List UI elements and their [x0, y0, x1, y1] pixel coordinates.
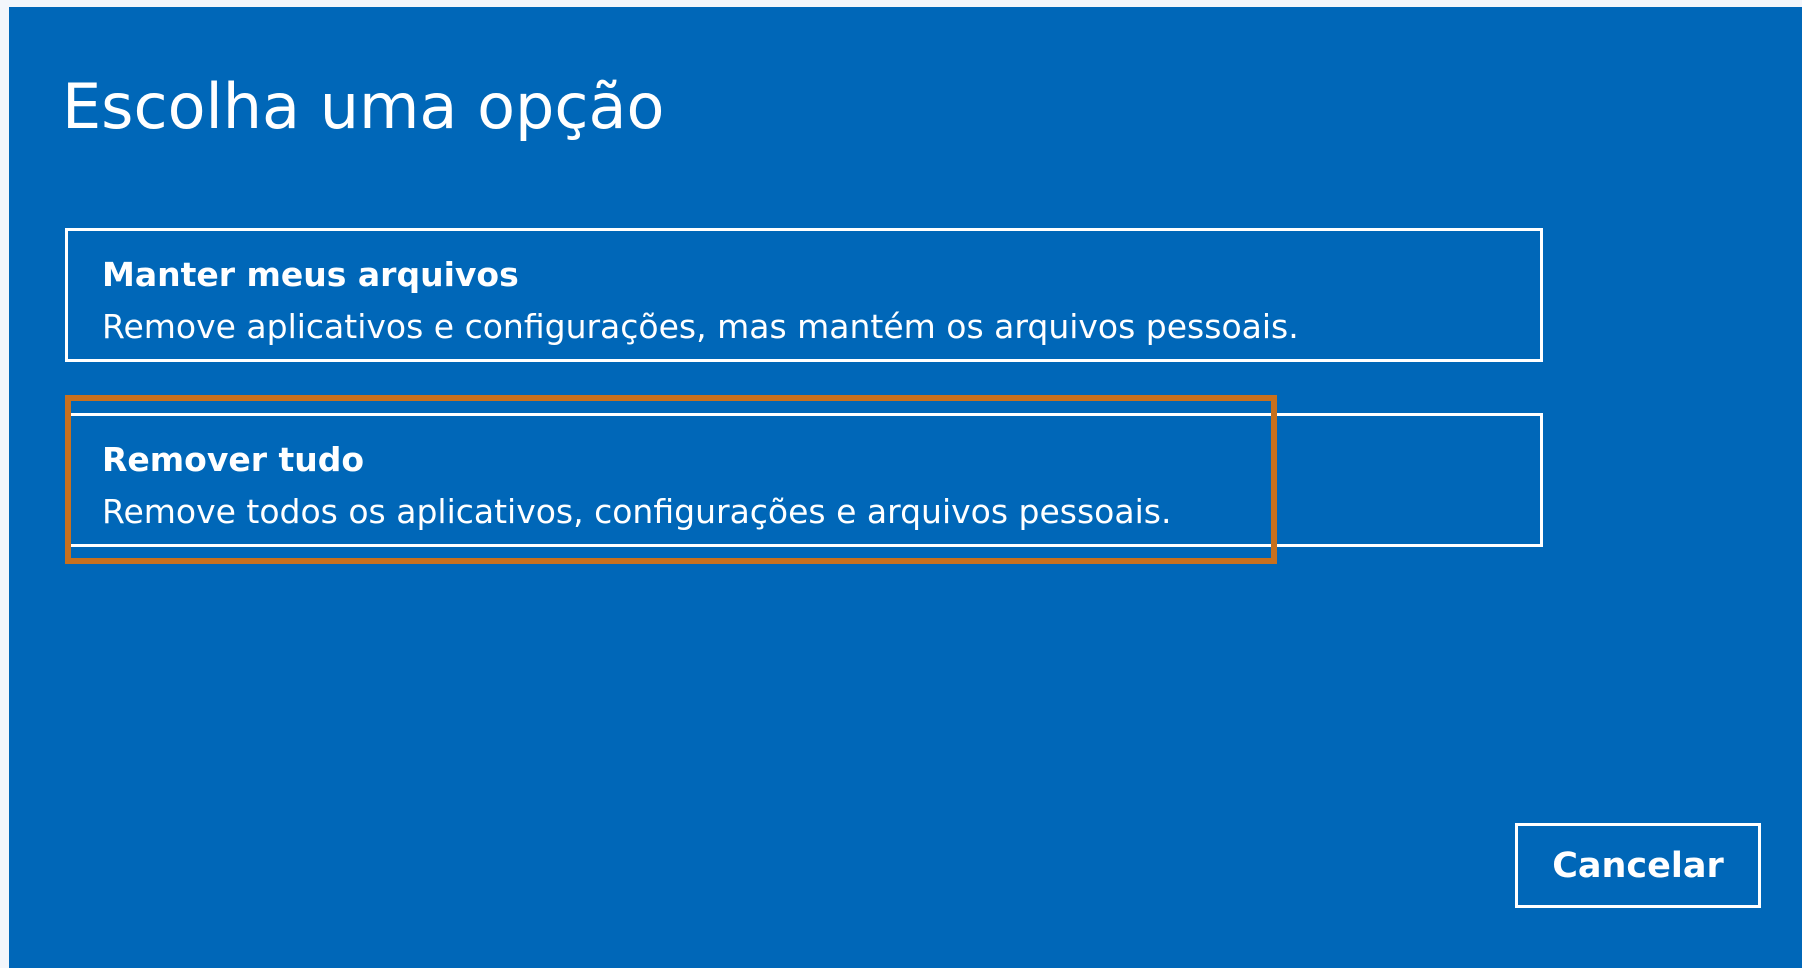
- option-description: Remove aplicativos e configurações, mas …: [102, 307, 1299, 346]
- dialog-title: Escolha uma opção: [62, 70, 665, 143]
- option-keep-my-files[interactable]: Manter meus arquivos Remove aplicativos …: [65, 228, 1543, 362]
- reset-dialog: Escolha uma opção Manter meus arquivos R…: [9, 7, 1802, 968]
- option-description: Remove todos os aplicativos, configuraçõ…: [102, 492, 1172, 531]
- cancel-button[interactable]: Cancelar: [1515, 823, 1761, 908]
- option-title: Remover tudo: [102, 440, 365, 479]
- option-title: Manter meus arquivos: [102, 255, 519, 294]
- option-remove-everything[interactable]: Remover tudo Remove todos os aplicativos…: [65, 413, 1543, 547]
